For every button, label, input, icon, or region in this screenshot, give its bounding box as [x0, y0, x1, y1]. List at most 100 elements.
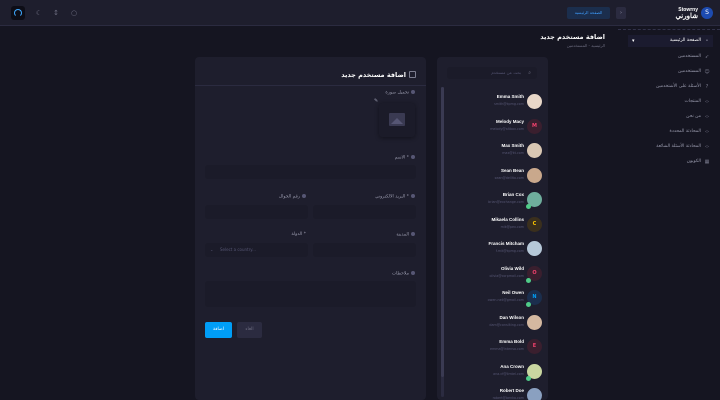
user-name: Emma Bold — [499, 339, 524, 344]
add-button[interactable]: اضافة — [205, 322, 232, 338]
form-icon — [409, 71, 416, 78]
search-input[interactable]: بحث عن مستخدم ⌕ — [447, 67, 537, 79]
user-email: mik@pex.com — [500, 224, 524, 229]
user-email: ana.cf@limtel.com — [493, 371, 524, 376]
users-icon: ☺ — [704, 69, 710, 75]
info-icon — [411, 271, 415, 275]
image-placeholder-icon — [389, 113, 405, 126]
search-icon: ⌕ — [528, 70, 531, 76]
user-email: emma@intenso.com — [490, 347, 524, 351]
name-field[interactable] — [205, 165, 416, 179]
country-label: الدولة * — [291, 232, 306, 237]
code-icon: ‹› — [705, 114, 709, 120]
list-item[interactable]: Francis Mitcham f.mit@kpmg.com — [447, 238, 544, 262]
sidebar-item-label: الصفحة الرئيسية — [669, 38, 701, 43]
avatar — [527, 167, 542, 183]
avatar[interactable]: S — [701, 7, 713, 19]
avatar: M — [527, 118, 542, 134]
resize-icon[interactable]: ↕ — [51, 8, 61, 18]
sidebar-item-label: المستخدمين — [677, 69, 701, 74]
sidebar-item-label: المحادثة الأسئلة الشائعة — [656, 144, 701, 149]
sidebar-item-chat[interactable]: المحادثة المحددة ‹› — [628, 126, 713, 138]
sidebar: ▾ الصفحة الرئيسية • المستخدمين ➶ المستخد… — [618, 26, 720, 400]
code-icon: ‹› — [705, 144, 709, 150]
image-upload-box[interactable] — [379, 103, 415, 137]
sidebar-item-faq[interactable]: المحادثة الأسئلة الشائعة ‹› — [628, 141, 713, 153]
notes-label: ملاحظات — [392, 271, 415, 277]
user-email: dam@consilting.com — [489, 322, 524, 327]
chevron-down-icon: ▾ — [632, 38, 635, 44]
list-item[interactable]: Melody Macy melody@altbox.com M — [447, 116, 544, 140]
image-upload-label: تحميل صورة — [385, 90, 415, 96]
email-field[interactable] — [313, 205, 416, 219]
phone-label: رقم الجوال — [279, 194, 306, 200]
email-label: البريد الالكتروني * — [375, 194, 415, 200]
list-item[interactable]: Brian Cox brian@exchange.com — [447, 189, 544, 213]
user-email: max@kt.com — [502, 151, 524, 155]
user-email: brian@exchange.com — [488, 200, 524, 204]
form-title: اضافة مستخدم جديد — [341, 71, 406, 79]
list-item[interactable]: Mikaela Collins mik@pex.com C — [447, 214, 544, 238]
sidebar-item-users[interactable]: المستخدمين ➶ — [628, 51, 713, 63]
list-item[interactable]: Dan Wilson dam@consilting.com — [447, 312, 544, 336]
notes-textarea[interactable] — [205, 281, 416, 307]
user-email: olivia@corpmail.com — [489, 273, 524, 278]
scrollbar-thumb[interactable] — [441, 87, 444, 377]
grid-icon: ▦ — [704, 159, 710, 165]
list-item[interactable]: Robert Doe robert@benko.com — [447, 385, 544, 400]
home-button[interactable]: الصفحة الرئيسية — [567, 7, 610, 19]
info-icon — [411, 232, 415, 236]
info-icon — [302, 194, 306, 198]
list-item[interactable]: Emma Smith smith@kpmg.com — [447, 91, 544, 115]
rocket-icon: ➶ — [704, 54, 710, 60]
user-name: Melody Macy — [495, 118, 524, 124]
info-icon — [411, 90, 415, 94]
brand-logo[interactable] — [11, 6, 25, 20]
name-label: الاسم * — [395, 155, 415, 161]
list-item[interactable]: Sean Bean sean@dellito.com — [447, 165, 544, 189]
list-item[interactable]: Max Smith max@kt.com — [447, 140, 544, 164]
list-item[interactable]: Emma Bold emma@intenso.com E — [447, 336, 544, 360]
user-subtitle: شاورني — [675, 13, 698, 20]
user-name: Robert Doe — [499, 388, 524, 393]
page-title: اضافة مستخدم جديد — [540, 33, 605, 41]
search-icon[interactable]: ○ — [69, 8, 79, 18]
form-divider — [195, 85, 426, 86]
list-item[interactable]: Olivia Wild olivia@corpmail.com O — [447, 263, 544, 287]
user-name: Neil Owen — [502, 290, 524, 295]
user-name: Max Smith — [501, 143, 524, 148]
scrollbar[interactable] — [441, 87, 444, 397]
avatar — [527, 388, 542, 400]
search-placeholder: بحث عن مستخدم — [491, 70, 521, 75]
sidebar-item-label: من نحن — [686, 114, 701, 119]
list-item[interactable]: Ana Crown ana.cf@limtel.com — [447, 361, 544, 385]
edit-pen-icon[interactable]: ✎ — [374, 98, 378, 104]
sidebar-item-users-2[interactable]: المستخدمين ☺ — [628, 66, 713, 78]
user-email: melody@altbox.com — [490, 126, 524, 131]
sidebar-toggle-button[interactable]: › — [616, 7, 626, 19]
avatar: E — [527, 339, 542, 354]
theme-toggle-icon[interactable]: ☾ — [34, 8, 44, 18]
online-status-dot — [526, 204, 531, 209]
sidebar-item-products[interactable]: المنتجات ‹› — [628, 96, 713, 108]
user-name: Sean Bean — [500, 167, 524, 173]
user-name: Mikaela Collins — [491, 216, 524, 222]
sidebar-item-coupons[interactable]: الكوبون ▦ — [628, 156, 713, 168]
user-email: sean@dellito.com — [494, 175, 524, 180]
sidebar-item-questions[interactable]: الأسئلة على الأشتخدمين ? — [628, 81, 713, 93]
country-select[interactable]: ⌄ Select a country... — [205, 243, 308, 257]
user-list-panel: بحث عن مستخدم ⌕ Emma Smith smith@kpmg.com… — [437, 57, 548, 400]
avatar — [527, 314, 542, 330]
cancel-button[interactable]: الغاء — [237, 322, 262, 338]
sidebar-item-home[interactable]: ▾ الصفحة الرئيسية • — [628, 35, 713, 47]
city-field[interactable] — [313, 243, 416, 257]
user-email: smith@kpmg.com — [494, 102, 524, 106]
list-item[interactable]: Neil Owen owen.neil@gmail.com N — [447, 287, 544, 311]
top-header: ☾ ↕ ○ الصفحة الرئيسية › Stowrny شاورني S — [0, 0, 720, 26]
sidebar-divider — [618, 29, 720, 30]
phone-field[interactable] — [205, 205, 308, 219]
sidebar-item-about[interactable]: من نحن ‹› — [628, 111, 713, 123]
breadcrumb: الرئيسية - المستخدمين — [566, 43, 605, 48]
sidebar-item-label: المستخدمين — [677, 54, 701, 59]
avatar — [527, 143, 542, 158]
